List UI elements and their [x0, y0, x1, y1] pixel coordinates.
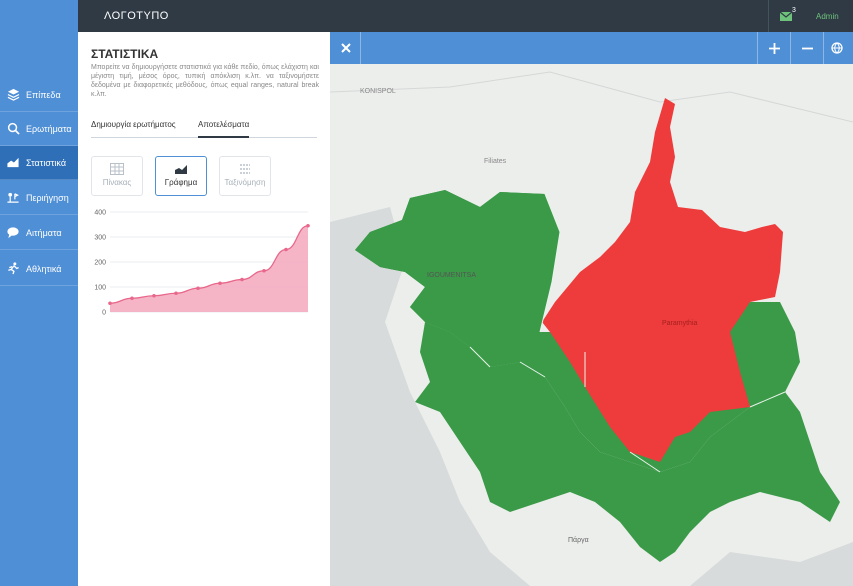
panel-title: ΣΤΑΤΙΣΤΙΚΑ — [91, 47, 159, 61]
map-label-paramythia: Paramythia — [662, 320, 698, 327]
divider — [768, 0, 769, 32]
statistics-chart: 0 100 200 300 400 — [94, 210, 310, 317]
data-point — [306, 223, 310, 228]
data-point — [240, 277, 244, 282]
classify-view-button[interactable]: Ταξινόμηση — [219, 156, 271, 196]
plus-icon — [768, 42, 780, 54]
zoom-in-button[interactable] — [758, 32, 790, 64]
map-label-parga: Πάργα — [568, 537, 589, 544]
table-view-label: Πίνακας — [102, 178, 132, 187]
sea-area-south — [690, 542, 853, 586]
sidebar-item-label: Επίπεδα — [26, 89, 61, 100]
statistics-icon — [6, 156, 20, 170]
sidebar: Επίπεδα Ερωτήματα Στατιστικά Περιήγηση Α… — [0, 0, 78, 586]
data-point — [196, 286, 200, 291]
user-menu[interactable]: Admin — [816, 12, 839, 21]
chat-icon — [6, 226, 20, 240]
logo: ΛΟΓΟΤΥΠΟ — [104, 10, 169, 22]
sidebar-item-queries[interactable]: Ερωτήματα — [0, 112, 78, 146]
chart-view-button[interactable]: Γράφημα — [155, 156, 207, 196]
tour-icon — [6, 191, 20, 205]
map-canvas — [330, 71, 853, 586]
table-view-button[interactable]: Πίνακας — [91, 156, 143, 196]
zoom-out-button[interactable] — [791, 32, 823, 64]
data-point — [284, 247, 288, 252]
chart-icon — [175, 165, 187, 174]
globe-icon — [831, 42, 843, 54]
sidebar-item-layers[interactable]: Επίπεδα — [0, 78, 78, 112]
sidebar-item-tour[interactable]: Περιήγηση — [0, 181, 78, 215]
data-point — [174, 291, 178, 296]
data-point — [262, 268, 266, 273]
chart-view-label: Γράφημα — [164, 178, 198, 187]
globe-button[interactable] — [821, 32, 853, 64]
statistics-panel: ΣΤΑΤΙΣΤΙΚΑ Μπορείτε να δημιουργήσετε στα… — [78, 32, 330, 586]
sidebar-item-label: Αθλητικά — [26, 263, 62, 274]
top-bar: ΛΟΓΟΤΥΠΟ 3 Admin — [78, 0, 853, 32]
data-point — [218, 281, 222, 286]
sidebar-item-statistics[interactable]: Στατιστικά — [0, 146, 78, 180]
mail-count-badge: 3 — [792, 7, 796, 14]
classify-icon — [240, 164, 250, 174]
sidebar-item-label: Στατιστικά — [26, 157, 67, 168]
panel-tabs: Δημιουργία ερωτήματος Αποτελέσματα — [91, 120, 317, 138]
map-toolbar — [330, 32, 853, 64]
border-line — [330, 71, 853, 123]
running-icon — [6, 262, 20, 276]
tab-create-query[interactable]: Δημιουργία ερωτήματος — [91, 120, 176, 138]
classify-view-label: Ταξινόμηση — [224, 178, 266, 187]
close-icon — [341, 43, 351, 53]
panel-description: Μπορείτε να δημιουργήσετε στατιστικά για… — [91, 64, 319, 98]
sidebar-item-label: Περιήγηση — [26, 192, 69, 203]
map[interactable]: KONISPOL Filiates IGOUMENITSA Paramythia… — [330, 32, 853, 586]
map-label-filiates: Filiates — [484, 158, 507, 165]
toolbar-divider — [360, 32, 361, 64]
layers-icon — [6, 88, 20, 102]
close-button[interactable] — [330, 32, 362, 64]
map-label-konispol: KONISPOL — [360, 88, 396, 95]
y-tick-label: 0 — [102, 310, 106, 317]
data-point — [130, 296, 134, 301]
map-label-igoumenitsa: IGOUMENITSA — [427, 272, 477, 279]
area-fill — [110, 225, 308, 312]
table-icon — [110, 163, 124, 175]
search-icon — [6, 122, 20, 136]
sidebar-top — [0, 0, 78, 32]
sidebar-item-label: Αιτήματα — [26, 227, 62, 238]
y-tick-label: 400 — [94, 210, 106, 217]
y-tick-label: 100 — [94, 285, 106, 292]
y-tick-label: 200 — [94, 260, 106, 267]
data-point — [152, 293, 156, 298]
y-tick-label: 300 — [94, 235, 106, 242]
sidebar-item-requests[interactable]: Αιτήματα — [0, 216, 78, 250]
sidebar-item-label: Ερωτήματα — [26, 123, 72, 134]
data-point — [108, 301, 112, 306]
minus-icon — [801, 47, 813, 49]
sidebar-item-sports[interactable]: Αθλητικά — [0, 252, 78, 286]
tab-results[interactable]: Αποτελέσματα — [198, 120, 250, 138]
